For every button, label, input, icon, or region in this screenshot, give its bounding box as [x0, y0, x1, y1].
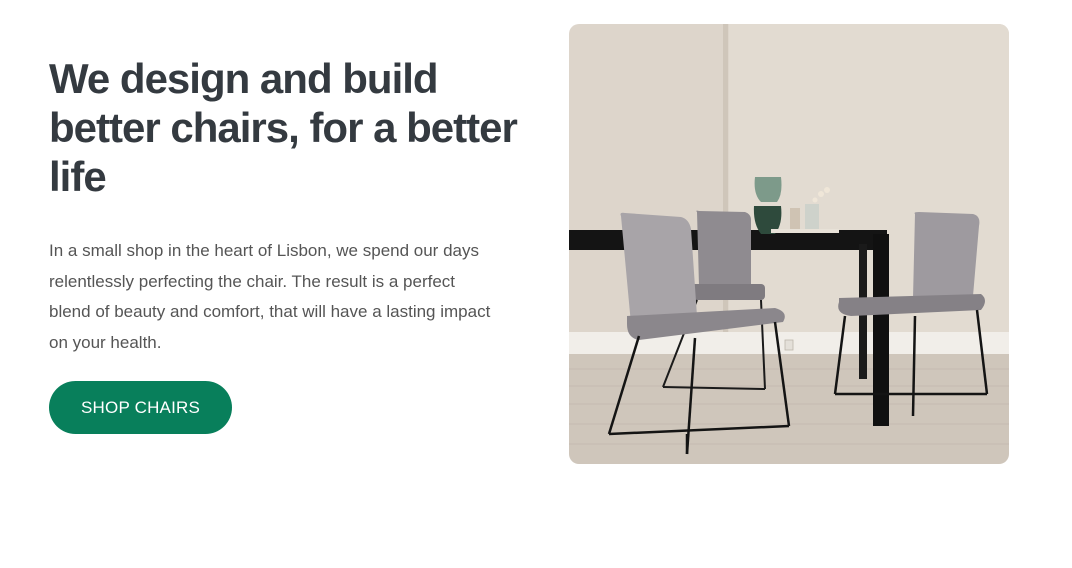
hero-text-block: We design and build better chairs, for a… [49, 54, 519, 434]
hero-description: In a small shop in the heart of Lisbon, … [49, 241, 491, 352]
shop-chairs-button[interactable]: SHOP CHAIRS [49, 381, 233, 434]
hero-title: We design and build better chairs, for a… [49, 55, 518, 200]
hero-image [569, 24, 1009, 464]
next-section-heading-cutoff [49, 560, 649, 568]
